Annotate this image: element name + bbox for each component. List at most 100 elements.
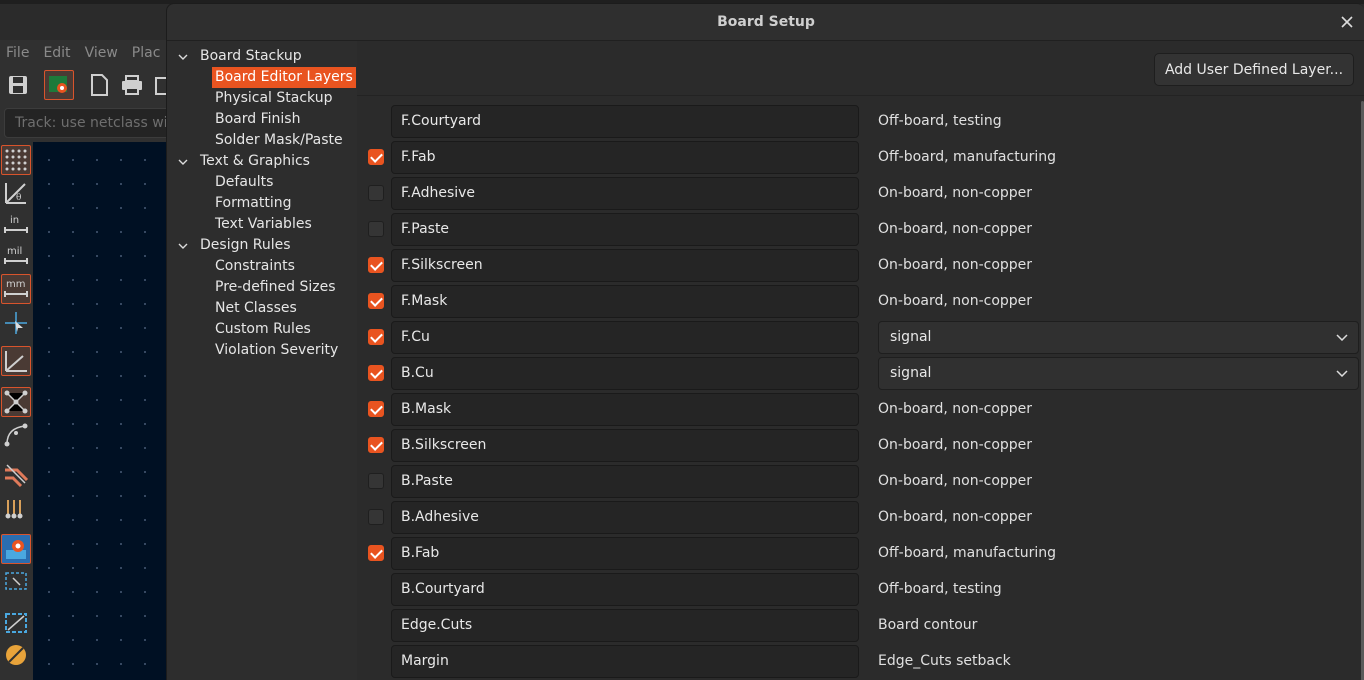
layer-enabled-checkbox[interactable] <box>368 509 384 525</box>
layer-enabled-checkbox[interactable] <box>368 293 384 309</box>
layer-row: F.Mask On-board, non-copper <box>357 283 1361 319</box>
layer-name-field[interactable]: F.Paste <box>391 213 859 246</box>
menu-file[interactable]: File <box>6 45 29 61</box>
ratsnest-icon[interactable] <box>1 387 31 417</box>
layer-name-field[interactable]: F.Silkscreen <box>391 249 859 282</box>
inch-units-icon[interactable]: in <box>1 210 31 240</box>
layer-row: F.Fab Off-board, manufacturing <box>357 139 1361 175</box>
layer-row: F.Paste On-board, non-copper <box>357 211 1361 247</box>
layer-enabled-checkbox[interactable] <box>368 329 384 345</box>
layer-row: B.Mask On-board, non-copper <box>357 391 1361 427</box>
menu-place[interactable]: Plac <box>132 45 161 61</box>
tree-board-finish[interactable]: Board Finish <box>215 109 300 130</box>
tree-text-graphics[interactable]: Text & Graphics <box>200 151 310 172</box>
board-setup-dialog: Board Setup Board Stackup Board Editor L… <box>166 3 1364 680</box>
layer-name-field[interactable]: Edge.Cuts <box>391 609 859 642</box>
add-user-layer-button[interactable]: Add User Defined Layer... <box>1154 53 1354 86</box>
pcb-canvas[interactable] <box>33 142 170 680</box>
layer-name-field[interactable]: Margin <box>391 645 859 678</box>
tree-custom-rules[interactable]: Custom Rules <box>215 319 311 340</box>
layer-name-field[interactable]: B.Courtyard <box>391 573 859 606</box>
grid-icon[interactable] <box>1 145 31 175</box>
layer-name-field[interactable]: F.Courtyard <box>391 105 859 138</box>
polar-coords-icon[interactable]: θ <box>1 178 31 208</box>
chevron-down-icon <box>1336 358 1348 389</box>
tree-violation-severity[interactable]: Violation Severity <box>215 340 338 361</box>
layer-name-field[interactable]: B.Adhesive <box>391 501 859 534</box>
app-menu-bar: File Edit View Plac <box>0 40 170 66</box>
layer-type-label: Off-board, testing <box>878 581 1002 597</box>
zone-fill-icon[interactable] <box>1 608 31 638</box>
curved-ratsnest-icon[interactable] <box>1 420 31 450</box>
layer-type-label: On-board, non-copper <box>878 509 1033 525</box>
layer-enabled-checkbox[interactable] <box>368 437 384 453</box>
layer-enabled-checkbox[interactable] <box>368 365 384 381</box>
chevron-down-icon[interactable] <box>177 151 189 172</box>
layer-name-field[interactable]: B.Paste <box>391 465 859 498</box>
screen: { "app": { "menu": ["File", "Edit", "Vie… <box>0 0 1364 680</box>
page-settings-icon[interactable] <box>84 70 114 100</box>
layer-row: B.Adhesive On-board, non-copper <box>357 499 1361 535</box>
tree-board-stackup[interactable]: Board Stackup <box>200 46 302 67</box>
layer-row: F.Cu signal <box>357 319 1361 355</box>
layer-name-field[interactable]: B.Fab <box>391 537 859 570</box>
selection-filter-icon[interactable] <box>1 566 31 596</box>
layer-type-select[interactable]: signal <box>878 357 1359 390</box>
layer-type-label: Off-board, manufacturing <box>878 149 1056 165</box>
tree-solder-mask-paste[interactable]: Solder Mask/Paste <box>215 130 343 151</box>
via-display-icon[interactable] <box>1 494 31 524</box>
mm-units-icon[interactable]: mm <box>1 274 31 304</box>
layer-name-field[interactable]: F.Adhesive <box>391 177 859 210</box>
tree-defaults[interactable]: Defaults <box>215 172 273 193</box>
tree-predefined-sizes[interactable]: Pre-defined Sizes <box>215 277 335 298</box>
angle-snap-icon[interactable] <box>1 346 31 376</box>
menu-view[interactable]: View <box>85 45 118 61</box>
layer-name-field[interactable]: F.Fab <box>391 141 859 174</box>
layer-type-label: Board contour <box>878 617 978 633</box>
tree-net-classes[interactable]: Net Classes <box>215 298 297 319</box>
layer-name-field[interactable]: B.Mask <box>391 393 859 426</box>
tree-physical-stackup[interactable]: Physical Stackup <box>215 88 333 109</box>
layer-enabled-checkbox[interactable] <box>368 149 384 165</box>
chevron-down-icon[interactable] <box>177 235 189 256</box>
layer-type-select[interactable]: signal <box>878 321 1359 354</box>
app-toolbar <box>0 66 173 104</box>
tree-formatting[interactable]: Formatting <box>215 193 291 214</box>
save-icon[interactable] <box>3 70 33 100</box>
tree-constraints[interactable]: Constraints <box>215 256 295 277</box>
print-icon[interactable] <box>117 70 147 100</box>
layer-name-field[interactable]: B.Silkscreen <box>391 429 859 462</box>
layer-type-label: Off-board, testing <box>878 113 1002 129</box>
layer-enabled-checkbox[interactable] <box>368 401 384 417</box>
track-width-select[interactable]: Track: use netclass wid <box>4 108 174 138</box>
layer-type-label: On-board, non-copper <box>878 401 1033 417</box>
layer-enabled-checkbox[interactable] <box>368 545 384 561</box>
layer-enabled-checkbox[interactable] <box>368 221 384 237</box>
high-contrast-icon[interactable] <box>1 534 31 564</box>
layer-enabled-checkbox[interactable] <box>368 473 384 489</box>
layer-enabled-checkbox[interactable] <box>368 257 384 273</box>
layer-name-field[interactable]: F.Mask <box>391 285 859 318</box>
layer-name-field[interactable]: F.Cu <box>391 321 859 354</box>
tree-design-rules[interactable]: Design Rules <box>200 235 291 256</box>
layer-type-label: On-board, non-copper <box>878 221 1033 237</box>
menu-edit[interactable]: Edit <box>43 45 70 61</box>
track-display-icon[interactable] <box>1 460 31 490</box>
layer-name-field[interactable]: B.Cu <box>391 357 859 390</box>
close-icon[interactable] <box>1337 12 1357 32</box>
layer-type-label: Off-board, manufacturing <box>878 545 1056 561</box>
layer-enabled-checkbox[interactable] <box>368 185 384 201</box>
design-rule-icon[interactable] <box>1 640 31 670</box>
layer-row: B.Silkscreen On-board, non-copper <box>357 427 1361 463</box>
layer-type-label: On-board, non-copper <box>878 293 1033 309</box>
tree-text-variables[interactable]: Text Variables <box>215 214 312 235</box>
layer-type-label: Edge_Cuts setback <box>878 653 1011 669</box>
dialog-title: Board Setup <box>717 14 815 30</box>
settings-tree: Board Stackup Board Editor Layers Physic… <box>167 41 357 680</box>
board-setup-icon[interactable] <box>44 70 74 100</box>
layer-row: B.Paste On-board, non-copper <box>357 463 1361 499</box>
tree-board-editor-layers[interactable]: Board Editor Layers <box>212 67 356 88</box>
chevron-down-icon[interactable] <box>177 46 189 67</box>
mil-units-icon[interactable]: mil <box>1 241 31 271</box>
full-crosshair-icon[interactable] <box>1 308 31 338</box>
